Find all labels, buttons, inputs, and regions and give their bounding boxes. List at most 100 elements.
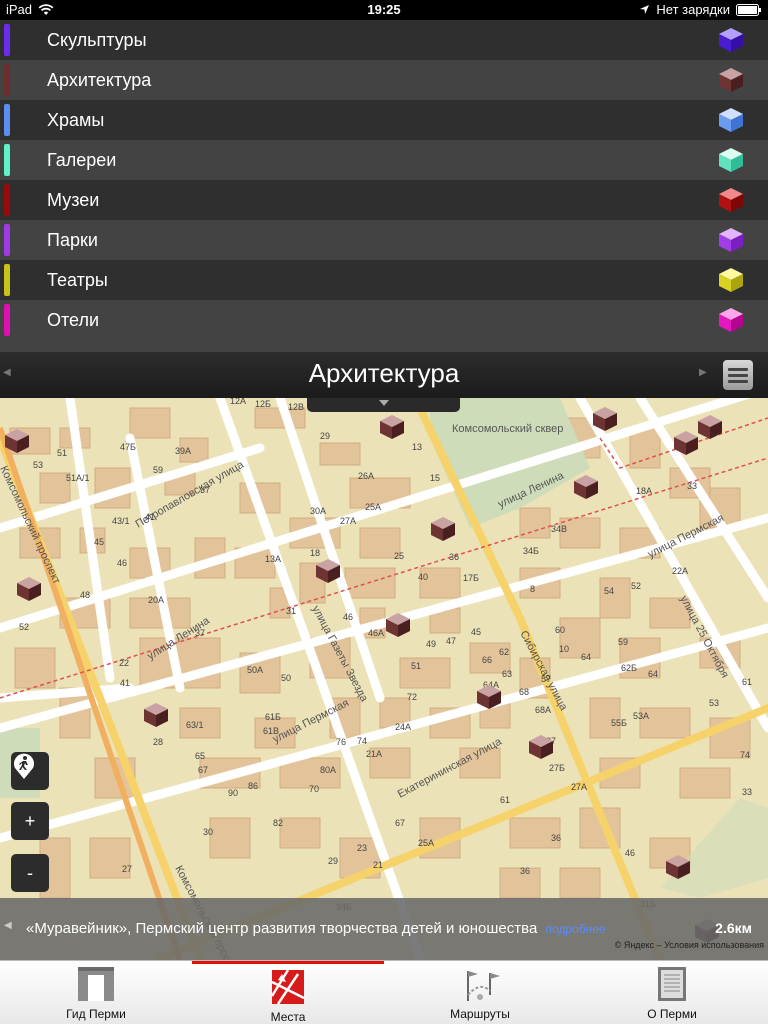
svg-text:28: 28 xyxy=(153,737,163,747)
svg-text:76: 76 xyxy=(336,737,346,747)
svg-text:12В: 12В xyxy=(288,402,304,412)
cube-icon xyxy=(719,228,743,252)
tab-label: О Перми xyxy=(647,1007,697,1021)
category-museums[interactable]: Музеи xyxy=(0,180,768,220)
tab-label: Места xyxy=(270,1010,306,1024)
svg-text:25А: 25А xyxy=(418,838,434,848)
tab-guide[interactable]: Гид Перми xyxy=(0,961,192,1024)
svg-text:36: 36 xyxy=(551,833,561,843)
svg-text:30: 30 xyxy=(203,827,213,837)
category-label: Парки xyxy=(47,229,98,250)
category-temples[interactable]: Храмы xyxy=(0,100,768,140)
more-link[interactable]: подробнее xyxy=(545,922,605,936)
category-color-bar xyxy=(4,224,10,256)
svg-text:52: 52 xyxy=(19,622,29,632)
category-parks[interactable]: Парки xyxy=(0,220,768,260)
route-flags-icon xyxy=(467,971,500,1001)
svg-text:48: 48 xyxy=(80,590,90,600)
category-color-bar xyxy=(4,104,10,136)
zoom-in-button[interactable]: + xyxy=(11,802,49,840)
svg-text:68: 68 xyxy=(519,687,529,697)
svg-text:57: 57 xyxy=(541,674,551,684)
svg-text:51: 51 xyxy=(411,661,421,671)
category-color-bar xyxy=(4,64,10,96)
svg-text:29: 29 xyxy=(320,431,330,441)
svg-text:66: 66 xyxy=(482,655,492,665)
svg-text:12А: 12А xyxy=(230,398,246,406)
prev-place-arrow-icon[interactable]: ◀ xyxy=(4,920,12,931)
svg-text:26А: 26А xyxy=(358,471,374,481)
category-architecture[interactable]: Архитектура xyxy=(0,60,768,100)
tab-label: Гид Перми xyxy=(66,1007,126,1021)
tab-label: Маршруты xyxy=(450,1007,510,1021)
zoom-out-button[interactable]: - xyxy=(11,854,49,892)
category-theatres[interactable]: Театры xyxy=(0,260,768,300)
svg-text:52: 52 xyxy=(631,581,641,591)
svg-text:62: 62 xyxy=(499,647,509,657)
category-color-bar xyxy=(4,144,10,176)
svg-text:59: 59 xyxy=(618,637,628,647)
category-hotels[interactable]: Отели xyxy=(0,300,768,340)
svg-text:41: 41 xyxy=(145,512,155,522)
svg-text:74: 74 xyxy=(740,750,750,760)
locate-me-button[interactable] xyxy=(11,752,49,790)
category-label: Архитектура xyxy=(47,69,152,90)
svg-text:25А: 25А xyxy=(365,502,381,512)
tab-routes[interactable]: Маршруты xyxy=(384,961,576,1024)
svg-text:67: 67 xyxy=(395,818,405,828)
svg-text:18: 18 xyxy=(310,548,320,558)
svg-text:33: 33 xyxy=(687,481,697,491)
svg-text:67: 67 xyxy=(198,765,208,775)
svg-text:8: 8 xyxy=(530,584,535,594)
svg-text:62Б: 62Б xyxy=(621,663,637,673)
category-label: Музеи xyxy=(47,189,100,210)
svg-text:63/1: 63/1 xyxy=(186,720,204,730)
svg-text:36: 36 xyxy=(449,552,459,562)
gate-icon xyxy=(78,967,114,1001)
battery-icon xyxy=(736,3,761,16)
svg-text:20А: 20А xyxy=(148,595,164,605)
svg-text:65: 65 xyxy=(195,751,205,761)
tab-about[interactable]: О Перми xyxy=(576,961,768,1024)
svg-text:64: 64 xyxy=(648,669,658,679)
category-sculptures[interactable]: Скульптуры xyxy=(0,20,768,60)
map-view[interactable]: улица Ленина Петропавловская улица Сибир… xyxy=(0,398,768,960)
place-info-bar[interactable]: ◀ «Муравейник», Пермский центр развития … xyxy=(0,898,768,960)
svg-text:61В: 61В xyxy=(263,726,279,736)
svg-text:27Б: 27Б xyxy=(549,763,565,773)
map-copyright[interactable]: © Яндекс – Условия использования xyxy=(615,940,764,950)
svg-text:40: 40 xyxy=(418,572,428,582)
svg-text:21А: 21А xyxy=(366,749,382,759)
page-title[interactable]: Архитектура xyxy=(0,358,768,389)
next-arrow-icon[interactable]: ▶ xyxy=(699,367,707,378)
category-label: Галереи xyxy=(47,149,117,170)
book-icon xyxy=(658,967,686,1001)
svg-text:37: 37 xyxy=(200,485,210,495)
svg-text:34Б: 34Б xyxy=(523,546,539,556)
svg-text:10: 10 xyxy=(559,644,569,654)
list-toggle-tab[interactable] xyxy=(307,398,460,412)
cube-icon xyxy=(719,68,743,92)
svg-text:70: 70 xyxy=(309,784,319,794)
svg-text:22А: 22А xyxy=(672,566,688,576)
svg-text:41: 41 xyxy=(120,678,130,688)
list-menu-button[interactable] xyxy=(723,360,753,390)
svg-text:46: 46 xyxy=(117,558,127,568)
svg-text:13А: 13А xyxy=(265,554,281,564)
svg-text:53: 53 xyxy=(33,460,43,470)
category-label: Театры xyxy=(47,269,108,290)
cube-icon xyxy=(719,148,743,172)
svg-text:82: 82 xyxy=(273,818,283,828)
status-bar: iPad 19:25 Нет зарядки xyxy=(0,0,768,20)
svg-text:50А: 50А xyxy=(247,665,263,675)
tab-places[interactable]: Места xyxy=(192,961,384,1024)
category-list: Скульптуры Архитектура Храмы Галереи Муз… xyxy=(0,20,768,340)
category-color-bar xyxy=(4,304,10,336)
svg-text:25: 25 xyxy=(394,551,404,561)
svg-text:12Б: 12Б xyxy=(255,399,271,409)
svg-text:61: 61 xyxy=(500,795,510,805)
category-galleries[interactable]: Галереи xyxy=(0,140,768,180)
category-label: Храмы xyxy=(47,109,105,130)
location-arrow-icon xyxy=(640,5,650,14)
svg-text:46: 46 xyxy=(343,612,353,622)
